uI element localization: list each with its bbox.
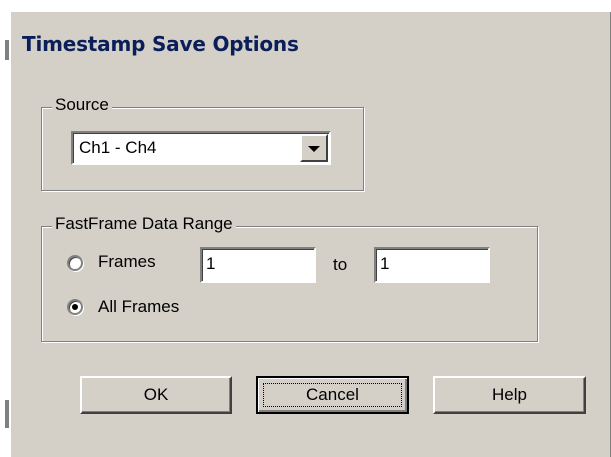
frames-to-input[interactable]: 1 — [374, 247, 490, 283]
frames-radio-label[interactable]: Frames — [98, 252, 156, 272]
frames-radio[interactable] — [67, 255, 83, 271]
help-button-label: Help — [492, 385, 527, 404]
to-label: to — [333, 255, 348, 274]
source-dropdown-button[interactable] — [300, 134, 328, 162]
cancel-button[interactable]: Cancel — [256, 376, 409, 414]
frames-from-value: 1 — [206, 254, 216, 273]
cancel-button-label: Cancel — [306, 385, 359, 404]
source-combobox-value: Ch1 - Ch4 — [79, 138, 157, 157]
frames-from-input[interactable]: 1 — [200, 247, 316, 283]
frames-to-value: 1 — [380, 254, 390, 273]
ok-button-label: OK — [143, 385, 169, 404]
ok-button[interactable]: OK — [80, 376, 232, 414]
dialog-title: Timestamp Save Options — [22, 32, 299, 56]
fastframe-range-legend: FastFrame Data Range — [52, 214, 236, 234]
radio-selected-dot — [72, 304, 78, 310]
chevron-down-icon — [308, 146, 320, 152]
fastframe-range-groupbox: FastFrame Data Range — [41, 214, 538, 342]
all-frames-radio-label[interactable]: All Frames — [98, 297, 179, 317]
source-combobox[interactable]: Ch1 - Ch4 — [71, 131, 331, 165]
source-legend: Source — [52, 95, 112, 115]
help-button[interactable]: Help — [433, 376, 586, 414]
all-frames-radio[interactable] — [67, 299, 83, 315]
